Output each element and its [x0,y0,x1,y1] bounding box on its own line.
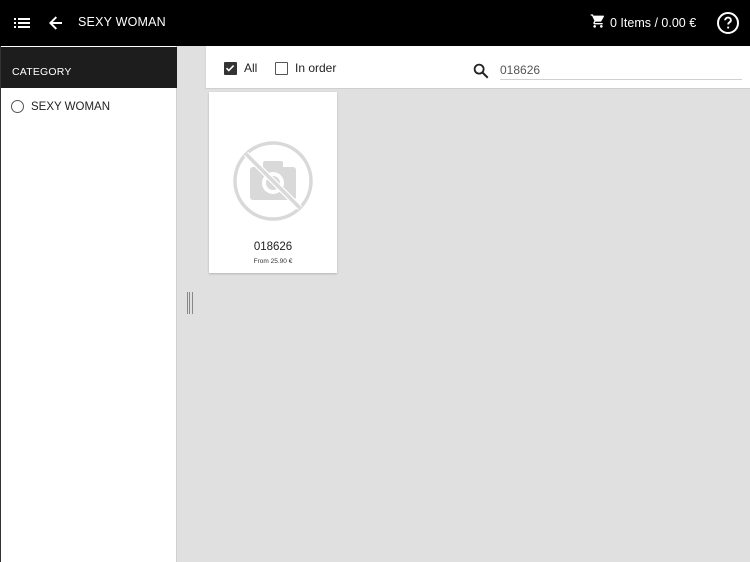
cart-summary: 0 Items / 0.00 € [610,16,697,30]
filter-in-order-checkbox[interactable]: In order [275,61,336,75]
category-header: CATEGORY [1,47,177,88]
page-title: SEXY WOMAN [78,15,166,29]
product-grid: 018626 From 25.90 € [206,89,750,562]
filter-all-label: All [244,61,258,75]
top-app-bar: SEXY WOMAN 0 Items / 0.00 € [0,0,750,46]
help-circle-icon[interactable] [716,11,740,35]
cart-icon [590,13,606,34]
product-price: From 25.90 € [253,258,293,265]
product-card[interactable]: 018626 From 25.90 € [209,92,337,273]
product-code: 018626 [253,241,293,253]
panel-divider [177,46,206,562]
checkbox-checked-icon[interactable] [224,61,237,75]
category-label: SEXY WOMAN [31,100,111,113]
cart-button[interactable]: 0 Items / 0.00 € [590,13,696,33]
search-icon [472,62,490,80]
filter-bar: All In order [206,46,750,89]
filter-all-checkbox[interactable]: All [224,61,257,75]
checkbox-unchecked-icon[interactable] [275,61,288,75]
category-sidebar: CATEGORY SEXY WOMAN [0,46,177,562]
resize-handle[interactable] [187,292,193,314]
arrow-left-icon[interactable] [46,13,66,33]
no-photo-icon [232,140,314,222]
category-item-sexy-woman[interactable]: SEXY WOMAN [11,100,110,113]
list-icon[interactable] [12,13,32,33]
radio-button[interactable] [11,100,24,113]
search-input[interactable] [500,60,742,80]
search-field[interactable] [472,59,742,81]
filter-in-order-label: In order [295,61,337,75]
